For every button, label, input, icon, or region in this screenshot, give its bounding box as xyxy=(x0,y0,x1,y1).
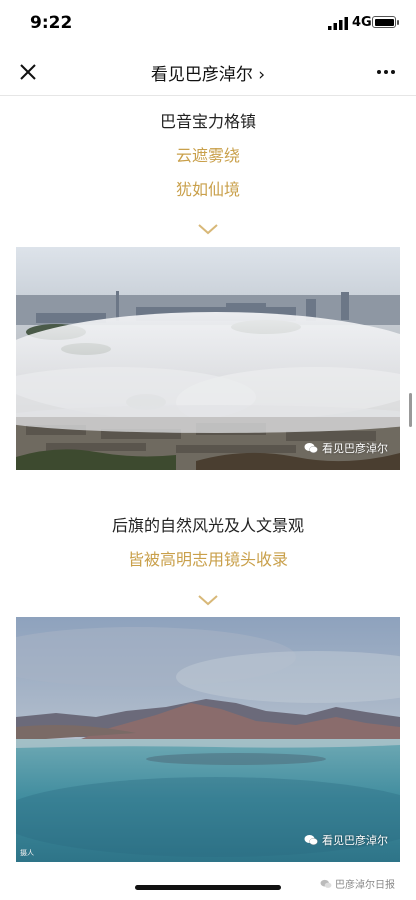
chevron-down-icon xyxy=(198,595,218,606)
caption-line-5: 皆被高明志用镜头收录 xyxy=(127,550,288,569)
photo-watermark: 看见巴彦淖尔 xyxy=(304,440,388,456)
network-type: 4G xyxy=(352,15,372,30)
watermark-text: 看见巴彦淖尔 xyxy=(322,834,388,847)
home-indicator[interactable] xyxy=(135,885,281,890)
caption-line-1: 巴音宝力格镇 xyxy=(159,112,256,131)
lake-photo[interactable]: 看见巴彦淖尔 摄人 xyxy=(16,617,400,862)
scrollbar[interactable] xyxy=(409,393,412,427)
close-icon[interactable] xyxy=(14,58,42,86)
source-text: 巴彦淖尔日报 xyxy=(335,880,395,891)
nav-bar: 看见巴彦淖尔 › xyxy=(0,46,416,96)
foggy-town-photo[interactable]: 看见巴彦淖尔 xyxy=(16,247,400,470)
caption-line-2: 云遮雾绕 xyxy=(175,146,240,165)
photo-credit: 摄人 xyxy=(20,849,34,857)
foggy-town-image xyxy=(16,247,400,470)
chevron-down-icon xyxy=(198,224,218,235)
battery-icon xyxy=(372,16,396,28)
lake-image xyxy=(16,617,400,862)
battery-tip xyxy=(397,20,399,25)
status-bar: 9:22 4G xyxy=(0,0,416,46)
signal-icon xyxy=(328,17,348,30)
wechat-icon xyxy=(304,835,318,845)
photo-watermark: 看见巴彦淖尔 xyxy=(304,832,388,848)
caption-line-3: 犹如仙境 xyxy=(175,180,240,199)
account-title-link[interactable]: 看见巴彦淖尔 › xyxy=(60,60,356,85)
watermark-text: 看见巴彦淖尔 xyxy=(322,442,388,455)
wechat-icon xyxy=(304,443,318,453)
more-icon[interactable] xyxy=(372,58,400,86)
source-tag: 巴彦淖尔日报 xyxy=(320,876,395,891)
status-time: 9:22 xyxy=(30,13,73,33)
caption-line-4: 后旗的自然风光及人文景观 xyxy=(111,516,304,535)
wechat-icon xyxy=(320,879,332,888)
